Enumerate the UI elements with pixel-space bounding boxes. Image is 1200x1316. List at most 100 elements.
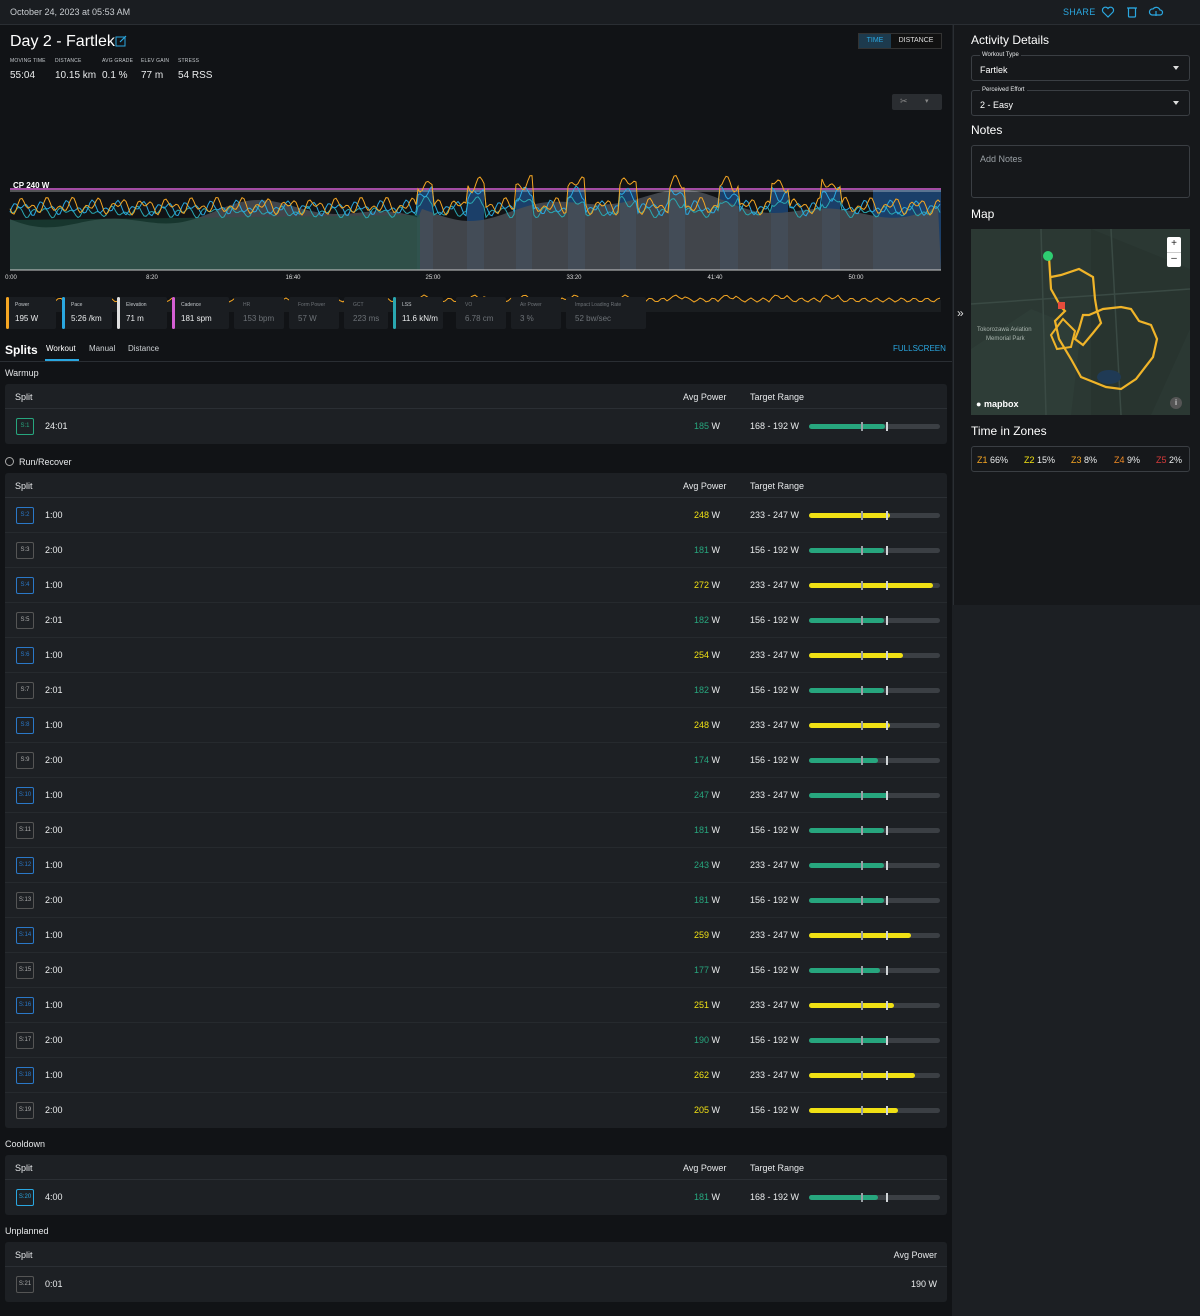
metric-impact-loading-rate[interactable]: Impact Loading Rate 52 bw/sec (566, 297, 646, 329)
table-row[interactable]: S:19 2:00 205 W 156 - 192 W (5, 1093, 947, 1128)
table-row[interactable]: S:5 2:01 182 W 156 - 192 W (5, 603, 947, 638)
metric-elevation[interactable]: Elevation 71 m (117, 297, 167, 329)
power-value: 182 (693, 615, 709, 625)
range-max-marker (886, 1001, 888, 1010)
chart-tools-button[interactable]: ✂ ▾ (892, 94, 942, 110)
range-fill (809, 863, 884, 868)
power-unit: W (711, 1192, 721, 1202)
table-row[interactable]: S:13 2:00 181 W 156 - 192 W (5, 883, 947, 918)
table-row[interactable]: S:1 24:01 185 W 168 - 192 W (5, 409, 947, 444)
table-row[interactable]: S:10 1:00 247 W 233 - 247 W (5, 778, 947, 813)
range-max-marker (886, 1071, 888, 1080)
range-fill (809, 1195, 879, 1200)
table-row[interactable]: S:8 1:00 248 W 233 - 247 W (5, 708, 947, 743)
range-fill (809, 968, 880, 973)
table-row[interactable]: S:16 1:00 251 W 233 - 247 W (5, 988, 947, 1023)
split-badge: S:17 (16, 1032, 34, 1049)
tab-manual[interactable]: Manual (89, 344, 115, 353)
split-time: 2:00 (45, 545, 63, 555)
metric-power[interactable]: Power 195 W (6, 297, 56, 329)
activity-chart[interactable]: CP 240 W0:00 8:20 16:40 25:00 33:20 41:40 50:0… (0, 120, 952, 315)
range-progress-bar (809, 581, 940, 590)
route-map[interactable]: Tokorozawa Aviation Memorial Park + – ● … (971, 229, 1190, 415)
table-row[interactable]: S:4 1:00 272 W 233 - 247 W (5, 568, 947, 603)
fullscreen-button[interactable]: FULLSCREEN (893, 344, 946, 353)
split-target-range: 168 - 192 W (750, 1192, 800, 1202)
metric-hr[interactable]: HR 153 bpm (234, 297, 284, 329)
splits-heading: Splits (5, 343, 38, 357)
edit-icon[interactable] (115, 35, 127, 47)
table-row[interactable]: S:18 1:00 262 W 233 - 247 W (5, 1058, 947, 1093)
close-circle-icon[interactable] (5, 457, 14, 466)
table-row[interactable]: S:7 2:01 182 W 156 - 192 W (5, 673, 947, 708)
power-unit: W (711, 1105, 721, 1115)
workout-type-select[interactable]: Workout Type Fartlek (971, 52, 1190, 81)
table-row[interactable]: S:15 2:00 177 W 156 - 192 W (5, 953, 947, 988)
table-row[interactable]: S:6 1:00 254 W 233 - 247 W (5, 638, 947, 673)
table-row[interactable]: S:21 0:01 190 W (5, 1267, 947, 1302)
power-unit: W (711, 580, 721, 590)
split-time: 2:01 (45, 685, 63, 695)
table-row[interactable]: S:17 2:00 190 W 156 - 192 W (5, 1023, 947, 1058)
split-target-range: 156 - 192 W (750, 545, 800, 555)
map-canvas[interactable] (971, 229, 1190, 415)
zone-value: 9% (1127, 455, 1141, 465)
section-runrecover[interactable]: Run/Recover (5, 457, 72, 467)
tab-workout[interactable]: Workout (46, 344, 76, 353)
zoom-in-button[interactable]: + (1167, 237, 1181, 252)
split-badge: S:19 (16, 1102, 34, 1119)
range-max-marker (886, 1193, 888, 1202)
collapse-panel-icon[interactable]: » (957, 306, 964, 320)
range-max-marker (886, 791, 888, 800)
zone-value: 8% (1084, 455, 1098, 465)
metric-air-power[interactable]: Air Power 3 % (511, 297, 561, 329)
metric-value: 181 spm (181, 314, 212, 323)
metric-label: Impact Loading Rate (575, 302, 622, 308)
range-min-marker (861, 966, 863, 975)
trash-icon[interactable] (1124, 4, 1140, 20)
col-split: Split (15, 481, 33, 491)
range-min-marker (861, 686, 863, 695)
metric-form-power[interactable]: Form Power 57 W (289, 297, 339, 329)
time-distance-toggle[interactable]: TIME DISTANCE (858, 33, 942, 49)
power-unit: W (711, 1000, 721, 1010)
mapbox-logo: ● mapbox (976, 399, 1019, 409)
metric-lss[interactable]: LSS 11.6 kN/m (393, 297, 443, 329)
notes-field[interactable]: Add Notes (971, 145, 1190, 198)
zone-value: 15% (1037, 455, 1056, 465)
metric-pace[interactable]: Pace 5:26 /km (62, 297, 112, 329)
range-max-marker (886, 931, 888, 940)
heart-icon[interactable] (1100, 4, 1116, 20)
range-progress-bar (809, 931, 940, 940)
share-button[interactable]: SHARE (1063, 7, 1096, 17)
metric-cadence[interactable]: Cadence 181 spm (172, 297, 229, 329)
split-target-range: 156 - 192 W (750, 825, 800, 835)
info-icon[interactable]: i (1170, 397, 1182, 409)
zoom-out-button[interactable]: – (1167, 252, 1181, 267)
time-in-zones: Z1 66% Z2 15% Z3 8% Z4 9% Z5 2% (971, 446, 1190, 472)
table-row[interactable]: S:20 4:00 181 W 168 - 192 W (5, 1180, 947, 1215)
range-max-marker (886, 966, 888, 975)
table-row[interactable]: S:11 2:00 181 W 156 - 192 W (5, 813, 947, 848)
cloud-download-icon[interactable] (1148, 4, 1164, 20)
table-row[interactable]: S:14 1:00 259 W 233 - 247 W (5, 918, 947, 953)
metric-gct[interactable]: GCT 223 ms (344, 297, 388, 329)
toggle-time[interactable]: TIME (859, 34, 891, 48)
chevron-down-icon (1173, 101, 1179, 105)
toggle-distance[interactable]: DISTANCE (891, 34, 941, 48)
table-row[interactable]: S:9 2:00 174 W 156 - 192 W (5, 743, 947, 778)
range-progress-bar (809, 511, 940, 520)
tab-distance[interactable]: Distance (128, 344, 159, 353)
scissors-icon[interactable]: ✂ (900, 96, 908, 107)
workout-type-label: Workout Type (980, 52, 1021, 58)
chevron-down-icon[interactable]: ▾ (925, 97, 929, 105)
power-value: 248 (693, 720, 709, 730)
perceived-effort-select[interactable]: Perceived Effort 2 - Easy (971, 87, 1190, 116)
table-row[interactable]: S:2 1:00 248 W 233 - 247 W (5, 498, 947, 533)
table-row[interactable]: S:12 1:00 243 W 233 - 247 W (5, 848, 947, 883)
split-badge: S:7 (16, 682, 34, 699)
metric-vo[interactable]: VO 6.78 cm (456, 297, 506, 329)
table-row[interactable]: S:3 2:00 181 W 156 - 192 W (5, 533, 947, 568)
metric-label: GCT (353, 302, 364, 308)
power-unit: W (711, 650, 721, 660)
